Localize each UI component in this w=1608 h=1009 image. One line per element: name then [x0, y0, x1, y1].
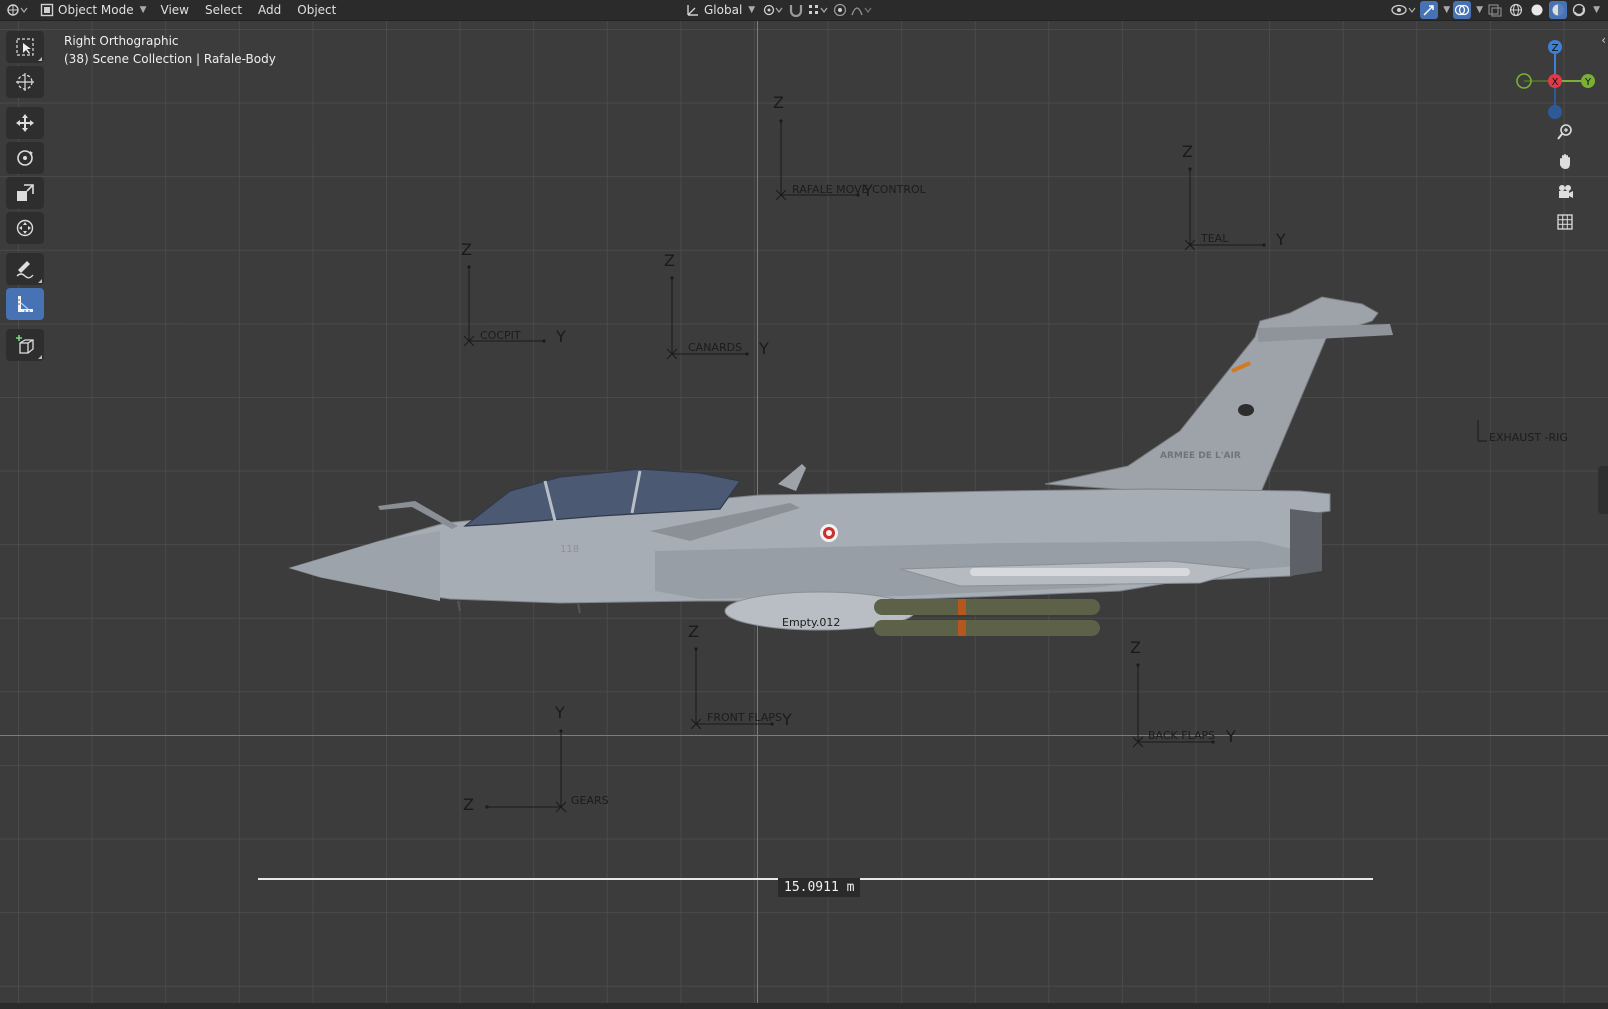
axis-letter-y: Y — [555, 703, 565, 722]
mode-dropdown[interactable]: Object Mode ▼ — [34, 0, 153, 20]
axis-letter-y: Y — [1226, 727, 1236, 746]
bottom-edge — [0, 1003, 1608, 1009]
viewport-nav-buttons — [1552, 119, 1578, 239]
axis-letter-y: Y — [782, 710, 792, 729]
snap-toggle[interactable] — [787, 1, 805, 19]
chevron-down-icon: ▼ — [139, 5, 147, 15]
axis-letter-y: Y — [1276, 230, 1286, 249]
pivot-point-button[interactable] — [763, 1, 785, 19]
axis-letter-y: Y — [759, 339, 769, 358]
axis-letter-y: Y — [556, 327, 566, 346]
pan-button[interactable] — [1552, 149, 1578, 175]
aircraft-marking: ARMEE DE L'AIR — [1160, 451, 1241, 461]
axis-letter-z: Z — [1130, 638, 1141, 657]
empty-label-canards[interactable]: CANARDS — [688, 341, 742, 354]
header-center-tools: Global ▼ — [680, 0, 873, 20]
object-mode-icon — [40, 3, 54, 17]
chevron-down-icon[interactable]: ▼ — [1593, 5, 1600, 15]
axis-letter-z: Z — [1182, 142, 1193, 161]
snap-target-dropdown[interactable] — [807, 1, 829, 19]
mode-label: Object Mode — [58, 3, 134, 17]
grid-icon — [1557, 214, 1573, 230]
falloff-dropdown[interactable] — [851, 1, 873, 19]
empty-label-cocpit[interactable]: COCPIT — [480, 329, 521, 342]
shading-material-button[interactable] — [1549, 1, 1568, 19]
navigation-gizmo[interactable]: Z Y X — [1510, 31, 1600, 121]
axis-letter-y: Y — [863, 181, 873, 200]
editor-type-icon — [7, 4, 28, 16]
hand-icon — [1560, 154, 1570, 169]
gizmo-x-label: X — [1552, 77, 1559, 88]
sidebar-toggle-icon[interactable]: ‹ — [1601, 33, 1606, 47]
menu-select[interactable]: Select — [197, 3, 250, 17]
orientation-label: Global — [704, 3, 743, 17]
axis-letter-z: Z — [664, 251, 675, 270]
empty-label-gears[interactable]: GEARS — [571, 794, 609, 807]
shading-wireframe-button[interactable] — [1507, 1, 1525, 19]
empty-label-back-flaps[interactable]: BACK FLAPS — [1148, 729, 1215, 742]
visibility-dropdown[interactable] — [1391, 1, 1417, 19]
empty-label-front-flaps[interactable]: FRONT FLAPS — [707, 711, 782, 724]
orientation-icon — [687, 5, 698, 16]
pivot-icon — [764, 4, 783, 16]
menu-object[interactable]: Object — [289, 3, 344, 17]
editor-type-button[interactable] — [0, 0, 34, 20]
chevron-down-icon[interactable]: ▼ — [1443, 5, 1450, 15]
camera-icon — [1559, 185, 1573, 198]
measure-value: 15.0911 m — [778, 878, 861, 897]
gizmo-z-label: Z — [1552, 43, 1559, 54]
axis-letter-z: Z — [463, 795, 474, 814]
empty-label-exhaust-rig[interactable]: EXHAUST -RIG — [1489, 431, 1568, 444]
zoom-button[interactable] — [1552, 119, 1578, 145]
eye-icon — [1391, 4, 1416, 16]
gizmo-neg-z-axis[interactable] — [1548, 105, 1562, 119]
transform-orientation-dropdown[interactable]: Global ▼ — [680, 0, 761, 20]
header-right-tools: ▼ ▼ ▼ — [1391, 0, 1600, 20]
axis-letter-z: Z — [773, 93, 784, 112]
aircraft-tail-code: 118 — [560, 544, 580, 555]
axis-letter-z: Z — [461, 240, 472, 259]
gizmo-toggle[interactable] — [1420, 1, 1439, 19]
ortho-toggle-button[interactable] — [1552, 209, 1578, 235]
overlays-icon — [1455, 4, 1470, 16]
sidebar-tab[interactable] — [1598, 466, 1608, 514]
rendered-sphere-icon — [1572, 3, 1586, 17]
proportional-edit-icon — [834, 3, 847, 17]
rafale-aircraft[interactable] — [288, 296, 1393, 636]
menu-view[interactable]: View — [153, 3, 197, 17]
material-sphere-icon — [1552, 4, 1564, 16]
chevron-down-icon: ▼ — [748, 5, 756, 15]
wireframe-sphere-icon — [1509, 3, 1523, 17]
overlays-toggle[interactable] — [1453, 1, 1472, 19]
empty-label-rafale-move-control[interactable]: RAFALE MOVE CONTROL — [792, 183, 926, 196]
3d-viewport[interactable]: Right Orthographic (38) Scene Collection… — [0, 21, 1608, 1009]
axis-letter-z: Z — [688, 622, 699, 641]
falloff-curve-icon — [851, 7, 872, 16]
magnet-icon — [790, 5, 803, 17]
shading-solid-button[interactable] — [1528, 1, 1546, 19]
empty-label-teal[interactable]: TEAL — [1201, 232, 1228, 245]
viewport-header: Object Mode ▼ View Select Add Object Glo… — [0, 0, 1608, 21]
grid-snap-icon — [809, 5, 828, 14]
gizmo-y-label: Y — [1584, 77, 1592, 88]
chevron-down-icon[interactable]: ▼ — [1476, 5, 1483, 15]
shading-rendered-button[interactable] — [1570, 1, 1588, 19]
gizmo-icon — [1423, 5, 1434, 16]
xray-icon — [1488, 4, 1502, 17]
empties-overlay — [288, 119, 1487, 813]
zoom-icon — [1557, 124, 1572, 140]
proportional-editing-toggle[interactable] — [831, 1, 849, 19]
solid-sphere-icon — [1531, 4, 1543, 16]
camera-view-button[interactable] — [1552, 179, 1578, 205]
menu-add[interactable]: Add — [250, 3, 289, 17]
xray-toggle[interactable] — [1486, 1, 1504, 19]
empty-label-empty-012[interactable]: Empty.012 — [782, 616, 840, 629]
